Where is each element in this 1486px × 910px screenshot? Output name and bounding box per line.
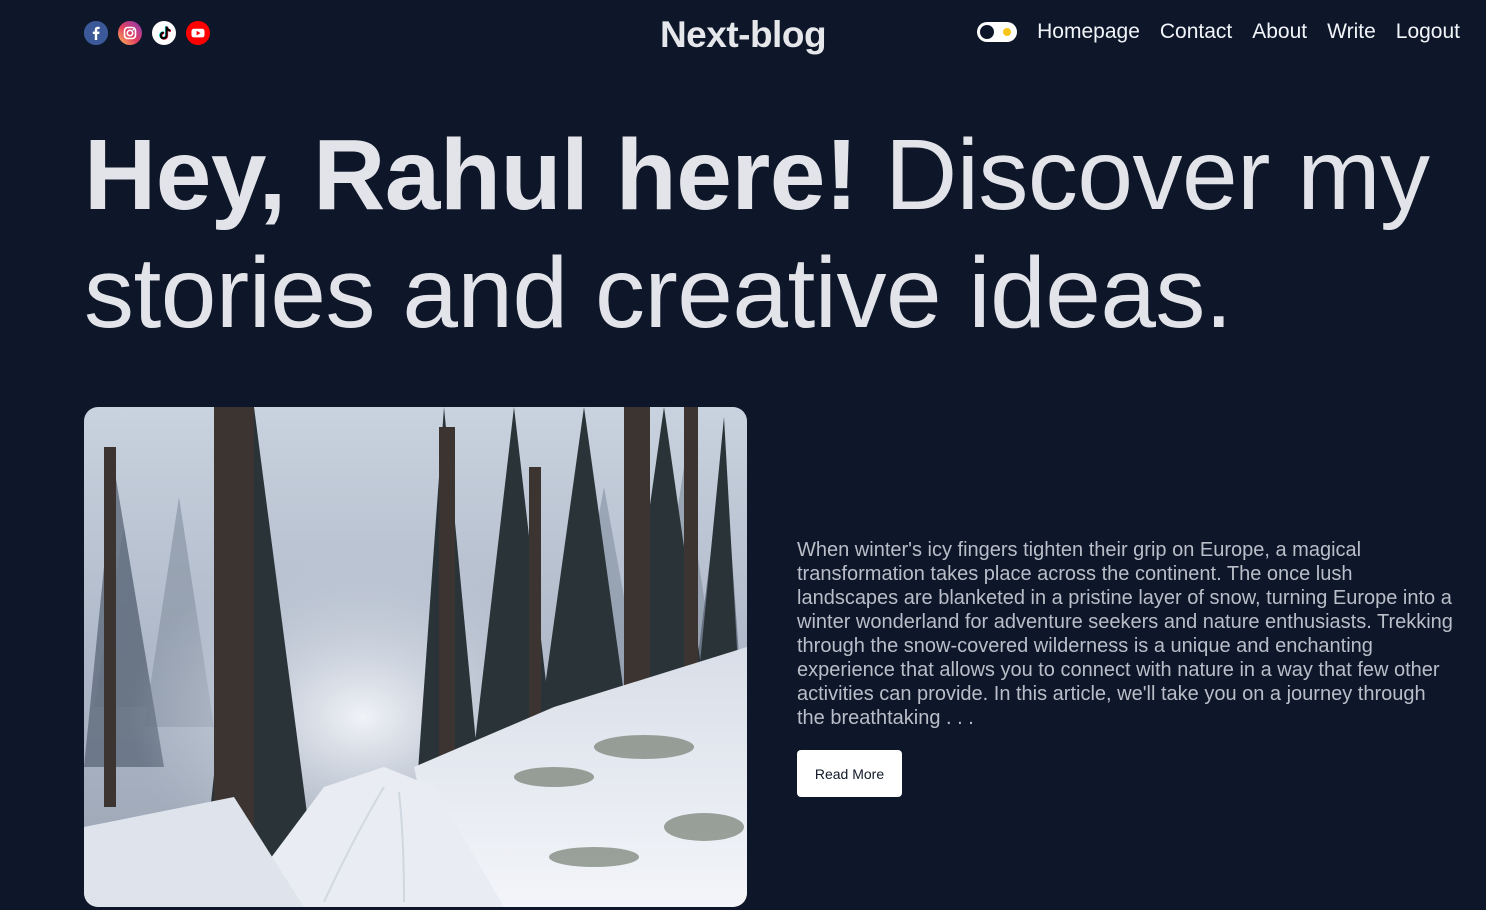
nav-about-link[interactable]: About xyxy=(1252,20,1307,44)
nav-contact-link[interactable]: Contact xyxy=(1160,20,1232,44)
nav-logout-link[interactable]: Logout xyxy=(1396,20,1460,44)
toggle-knob xyxy=(980,25,995,39)
site-logo-text[interactable]: Next-blog xyxy=(660,14,827,55)
hero-heading: Hey, Rahul here! Discover my stories and… xyxy=(84,116,1464,352)
youtube-icon[interactable] xyxy=(186,21,210,45)
nav-homepage-link[interactable]: Homepage xyxy=(1037,20,1140,44)
nav-write-link[interactable]: Write xyxy=(1327,20,1376,44)
facebook-icon[interactable] xyxy=(84,21,108,45)
social-links xyxy=(84,21,210,45)
navbar: Next-blog Homepage Contact About Write L… xyxy=(0,0,1486,70)
instagram-icon[interactable] xyxy=(118,21,142,45)
hero-greeting: Hey, Rahul here! xyxy=(84,119,858,231)
tiktok-icon[interactable] xyxy=(152,21,176,45)
page: Next-blog Homepage Contact About Write L… xyxy=(0,0,1486,910)
post-excerpt: When winter's icy fingers tighten their … xyxy=(797,539,1453,729)
sun-icon xyxy=(1003,28,1012,36)
nav-links: Homepage Contact About Write Logout xyxy=(977,20,1460,44)
read-more-button[interactable]: Read More xyxy=(797,750,902,797)
snowy-forest-path-image[interactable] xyxy=(84,407,747,907)
theme-toggle[interactable] xyxy=(977,22,1018,42)
